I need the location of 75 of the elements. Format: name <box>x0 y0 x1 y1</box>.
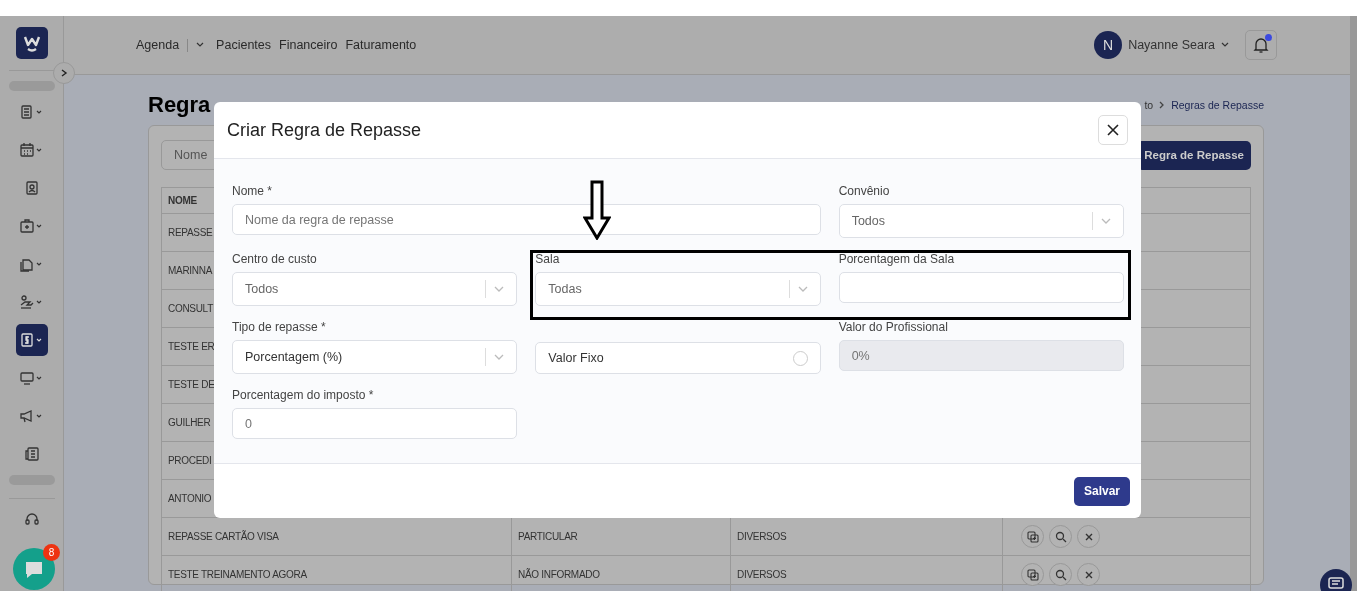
table-cell: DIVERSOS <box>737 569 787 580</box>
table-cell: DIVERSOS <box>737 531 787 542</box>
message-icon <box>1328 577 1344 589</box>
bell-icon <box>1252 36 1270 54</box>
field-label: Convênio <box>838 184 891 198</box>
save-button[interactable]: Salvar <box>1073 476 1130 506</box>
expand-button[interactable] <box>53 62 75 84</box>
field-label: Centro de custo <box>232 252 318 266</box>
chevron-down-icon <box>494 286 505 292</box>
nav-link[interactable]: Pacientes <box>216 38 271 52</box>
search-icon <box>1054 568 1067 581</box>
table-cell: REPASSE CARTÃO VISA <box>168 531 279 542</box>
select-field[interactable]: Porcentagem (%) <box>232 340 518 374</box>
chevron-icon <box>60 69 68 77</box>
notification-button[interactable] <box>1245 30 1277 60</box>
table-cell: REPASSE <box>168 227 213 238</box>
column-header: NOME <box>168 195 197 206</box>
nav-link[interactable]: Financeiro <box>279 38 338 52</box>
user-name[interactable]: Nayanne Seara <box>1128 38 1215 52</box>
id-badge-icon <box>23 180 40 196</box>
close-button[interactable] <box>1098 115 1128 145</box>
nav-link[interactable]: Faturamento <box>345 38 417 52</box>
input-field[interactable]: Nome da regra de repasse <box>232 204 821 235</box>
nav-link[interactable]: Agenda <box>136 38 180 52</box>
table-cell: NÃO INFORMADO <box>518 569 600 580</box>
table-cell: ANTONIO <box>168 493 212 504</box>
input-field: 0% <box>838 340 1124 371</box>
input-field[interactable] <box>838 272 1124 303</box>
duplicate-button[interactable] <box>1021 525 1044 548</box>
logo[interactable] <box>15 27 48 59</box>
delete-button[interactable] <box>1077 563 1100 586</box>
delete-button[interactable] <box>1077 525 1100 548</box>
input-field[interactable]: 0 <box>232 408 518 439</box>
table-cell: TESTE TREINAMENTO AGORA <box>168 569 307 580</box>
field-label: Porcentagem da Sala <box>838 252 956 266</box>
field-label: Tipo de repasse * <box>232 320 327 334</box>
duplicate-icon <box>1026 568 1039 581</box>
table-cell: MARINNA <box>168 265 212 276</box>
table-cell: TESTE DE <box>168 379 215 390</box>
caret-icon[interactable] <box>1221 42 1229 48</box>
scrollbar[interactable] <box>1350 16 1357 591</box>
field-label: Sala <box>535 252 561 266</box>
field-label: Nome * <box>232 184 273 198</box>
user-avatar[interactable]: N <box>1094 31 1123 59</box>
newspaper-icon <box>23 446 40 462</box>
fixed-value-toggle[interactable]: Valor Fixo <box>535 342 821 374</box>
chevron-down-icon <box>494 354 505 360</box>
select-field[interactable]: Todas <box>535 272 821 306</box>
caret-icon[interactable] <box>196 42 205 48</box>
table-cell: PROCEDI <box>168 455 212 466</box>
field-label: Valor do Profissional <box>838 320 949 334</box>
down-arrow-icon <box>583 180 611 240</box>
table-cell: CONSULT <box>168 303 213 314</box>
sidebar-item[interactable] <box>15 324 48 356</box>
chevron-down-icon <box>1101 218 1111 224</box>
close-icon <box>1083 569 1094 580</box>
table-cell: TESTE ER <box>168 341 215 352</box>
chevron-down-icon <box>797 286 808 292</box>
search-button[interactable] <box>1049 525 1072 548</box>
select-field[interactable]: Todos <box>232 272 518 306</box>
field-label: Porcentagem do imposto * <box>232 388 375 402</box>
table-cell: GUILHER <box>168 417 211 428</box>
breadcrumb-link[interactable]: to <box>1144 99 1154 111</box>
table-cell: PARTICULAR <box>518 531 578 542</box>
duplicate-button[interactable] <box>1021 563 1044 586</box>
page-title: Regra <box>148 92 211 118</box>
select-field[interactable]: Todos <box>838 204 1124 238</box>
search-icon <box>1054 530 1067 543</box>
headset-icon[interactable] <box>23 511 40 527</box>
modal-title: Criar Regra de Repasse <box>227 119 422 141</box>
search-button[interactable] <box>1049 563 1072 586</box>
breadcrumb-current: Regras de Repasse <box>1171 99 1264 111</box>
duplicate-icon <box>1026 530 1039 543</box>
close-icon <box>1083 531 1094 542</box>
close-icon <box>1107 124 1119 136</box>
